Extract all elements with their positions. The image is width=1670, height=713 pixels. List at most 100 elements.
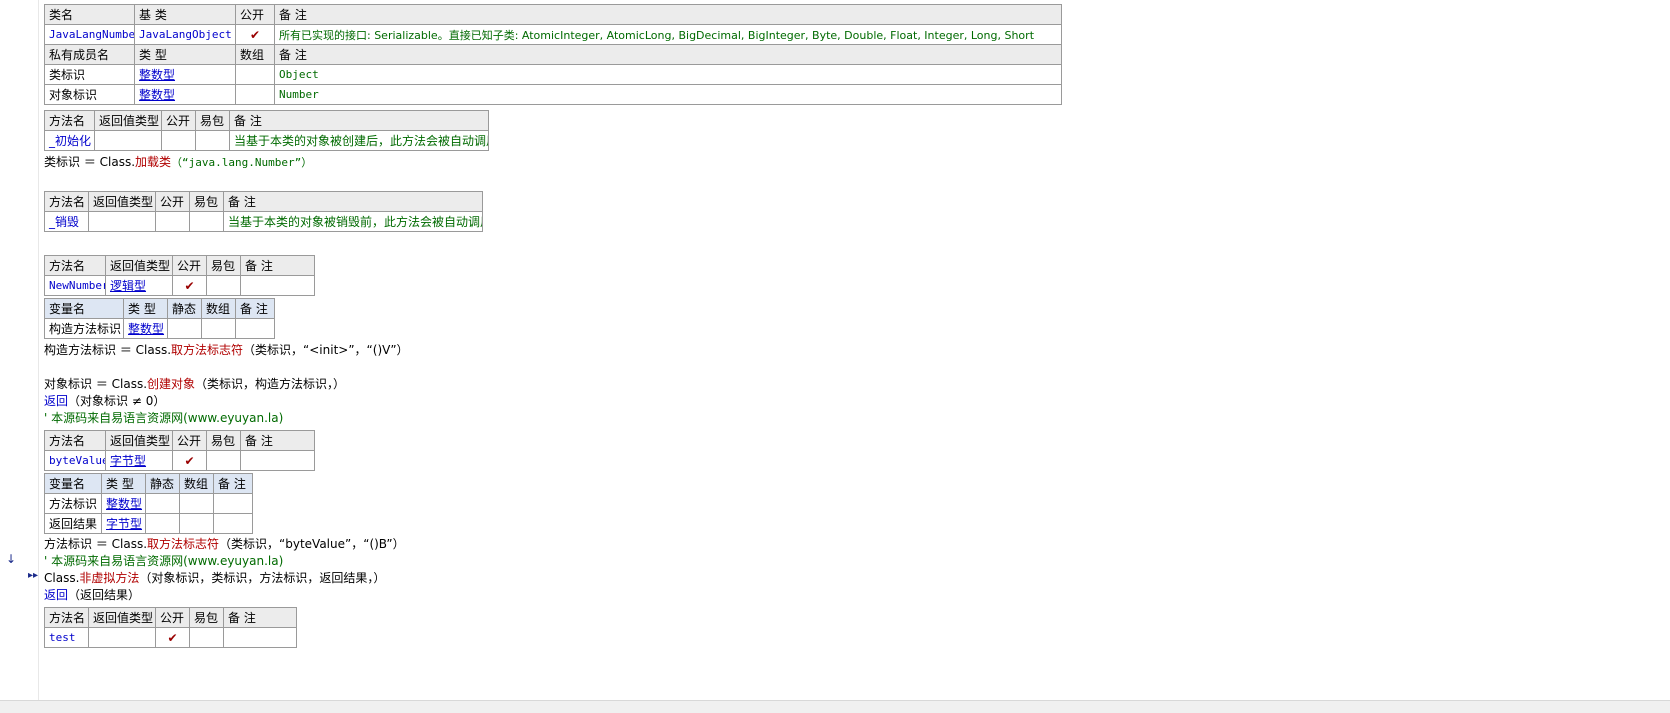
member-row[interactable]: 类标识 整数型 Object — [44, 64, 1062, 85]
code-line[interactable]: 返回（对象标识 ≠ 0） — [44, 392, 165, 409]
var-name-cell[interactable]: 返回结果 — [44, 513, 102, 534]
method-table-newnumber: 方法名 返回值类型 公开 易包 备 注 NewNumber 逻辑型 ✔ — [44, 255, 315, 296]
return-type-cell[interactable] — [88, 211, 156, 232]
col-var-name: 变量名 — [44, 298, 124, 319]
method-table-test: 方法名 返回值类型 公开 易包 备 注 test ✔ — [44, 607, 297, 648]
method-name-cell[interactable]: NewNumber — [44, 275, 106, 296]
col-class-name: 类名 — [44, 4, 135, 25]
public-cell[interactable] — [155, 211, 190, 232]
method-note-cell[interactable] — [223, 627, 297, 648]
return-type-cell[interactable] — [88, 627, 156, 648]
easy-pack-cell[interactable] — [195, 130, 230, 151]
method-note-cell[interactable] — [240, 275, 315, 296]
col-static: 静态 — [145, 473, 180, 494]
code-lhs: 方法标识 ＝ Class. — [44, 537, 148, 551]
public-check-icon[interactable]: ✔ — [235, 24, 275, 45]
return-type-cell[interactable]: 字节型 — [105, 450, 173, 471]
member-row[interactable]: 对象标识 整数型 Number — [44, 84, 1062, 105]
code-comment[interactable]: ' 本源码来自易语言资源网(www.eyuyan.la) — [44, 409, 283, 426]
code-line[interactable]: 构造方法标识 ＝ Class.取方法标志符（类标识，“<init>”，“()V”… — [44, 341, 409, 358]
code-line[interactable]: 返回（返回结果） — [44, 586, 140, 603]
code-line[interactable]: 类标识 ＝ Class.加载类（“java.lang.Number”） — [44, 153, 312, 170]
array-cell[interactable] — [179, 513, 214, 534]
method-note-cell[interactable] — [240, 450, 315, 471]
code-args: （对象标识 ≠ 0） — [68, 394, 166, 408]
method-row[interactable]: _初始化 当基于本类的对象被创建后，此方法会被自动调用 — [44, 130, 489, 151]
method-name-cell[interactable]: _初始化 — [44, 130, 95, 151]
col-return-type: 返回值类型 — [88, 191, 156, 212]
class-row[interactable]: JavaLangNumber JavaLangObject ✔ 所有已实现的接口… — [44, 24, 1062, 45]
method-row[interactable]: byteValue 字节型 ✔ — [44, 450, 315, 471]
member-array-cell[interactable] — [235, 64, 275, 85]
col-return-type: 返回值类型 — [105, 430, 173, 451]
variable-row[interactable]: 返回结果 字节型 — [44, 513, 253, 534]
member-type-cell[interactable]: 整数型 — [134, 84, 236, 105]
code-function[interactable]: 非虚拟方法 — [79, 571, 139, 585]
public-cell[interactable] — [161, 130, 196, 151]
public-check-icon[interactable]: ✔ — [155, 627, 190, 648]
var-note-cell[interactable] — [213, 513, 253, 534]
col-public: 公开 — [235, 4, 275, 25]
code-line[interactable]: 对象标识 ＝ Class.创建对象（类标识，构造方法标识，） — [44, 375, 345, 392]
code-function[interactable]: 取方法标志符 — [171, 343, 243, 357]
var-name-cell[interactable]: 构造方法标识 — [44, 318, 124, 339]
code-line-current[interactable]: Class.非虚拟方法（对象标识，类标识，方法标识，返回结果，） — [44, 569, 385, 586]
static-cell[interactable] — [145, 513, 180, 534]
execution-marker-icon[interactable]: ▸▸ — [28, 570, 38, 581]
member-array-cell[interactable] — [235, 84, 275, 105]
easy-pack-cell[interactable] — [206, 275, 241, 296]
method-row[interactable]: test ✔ — [44, 627, 297, 648]
variable-table-newnumber: 变量名 类 型 静态 数组 备 注 构造方法标识 整数型 — [44, 298, 275, 339]
member-name-cell[interactable]: 类标识 — [44, 64, 135, 85]
code-function[interactable]: 取方法标志符 — [147, 537, 219, 551]
return-type-cell[interactable]: 逻辑型 — [105, 275, 173, 296]
method-table-bytevalue: 方法名 返回值类型 公开 易包 备 注 byteValue 字节型 ✔ — [44, 430, 315, 471]
member-note-cell[interactable]: Number — [274, 84, 1062, 105]
easy-pack-cell[interactable] — [206, 450, 241, 471]
array-cell[interactable] — [179, 493, 214, 514]
var-type-cell[interactable]: 字节型 — [101, 513, 146, 534]
code-function[interactable]: 创建对象 — [147, 377, 195, 391]
code-lhs: 类标识 ＝ Class. — [44, 155, 136, 169]
class-note-cell[interactable]: 所有已实现的接口: Serializable。直接已知子类: AtomicInt… — [274, 24, 1062, 45]
method-note-cell[interactable]: 当基于本类的对象被销毁前，此方法会被自动调用 — [223, 211, 483, 232]
variable-row[interactable]: 方法标识 整数型 — [44, 493, 253, 514]
code-args: （对象标识，类标识，方法标识，返回结果，） — [139, 571, 386, 585]
return-type-cell[interactable] — [94, 130, 162, 151]
code-lhs: Class. — [44, 571, 80, 585]
var-note-cell[interactable] — [235, 318, 275, 339]
method-note-cell[interactable]: 当基于本类的对象被创建后，此方法会被自动调用 — [229, 130, 489, 151]
method-name-cell[interactable]: _销毁 — [44, 211, 89, 232]
variable-row[interactable]: 构造方法标识 整数型 — [44, 318, 275, 339]
array-cell[interactable] — [201, 318, 236, 339]
arrow-down-icon[interactable]: ↓ — [6, 552, 16, 566]
public-check-icon[interactable]: ✔ — [172, 275, 207, 296]
public-check-icon[interactable]: ✔ — [172, 450, 207, 471]
easy-pack-cell[interactable] — [189, 627, 224, 648]
base-class-cell[interactable]: JavaLangObject — [134, 24, 236, 45]
var-note-cell[interactable] — [213, 493, 253, 514]
static-cell[interactable] — [145, 493, 180, 514]
method-row[interactable]: _销毁 当基于本类的对象被销毁前，此方法会被自动调用 — [44, 211, 483, 232]
easy-pack-cell[interactable] — [189, 211, 224, 232]
var-name-cell[interactable]: 方法标识 — [44, 493, 102, 514]
var-type-cell[interactable]: 整数型 — [123, 318, 168, 339]
variable-header-row: 变量名 类 型 静态 数组 备 注 — [44, 298, 275, 319]
col-member-note: 备 注 — [274, 44, 1062, 65]
static-cell[interactable] — [167, 318, 202, 339]
member-type-cell[interactable]: 整数型 — [134, 64, 236, 85]
code-line[interactable]: 方法标识 ＝ Class.取方法标志符（类标识，“byteValue”，“()B… — [44, 535, 405, 552]
var-type-cell[interactable]: 整数型 — [101, 493, 146, 514]
horizontal-scrollbar[interactable] — [0, 700, 1670, 713]
col-note: 备 注 — [223, 191, 483, 212]
method-name-cell[interactable]: byteValue — [44, 450, 106, 471]
code-keyword[interactable]: 返回 — [44, 394, 68, 408]
code-function[interactable]: 加载类 — [135, 155, 171, 169]
code-comment[interactable]: ' 本源码来自易语言资源网(www.eyuyan.la) — [44, 552, 283, 569]
member-note-cell[interactable]: Object — [274, 64, 1062, 85]
method-row[interactable]: NewNumber 逻辑型 ✔ — [44, 275, 315, 296]
method-name-cell[interactable]: test — [44, 627, 89, 648]
code-keyword[interactable]: 返回 — [44, 588, 68, 602]
class-name-cell[interactable]: JavaLangNumber — [44, 24, 135, 45]
member-name-cell[interactable]: 对象标识 — [44, 84, 135, 105]
